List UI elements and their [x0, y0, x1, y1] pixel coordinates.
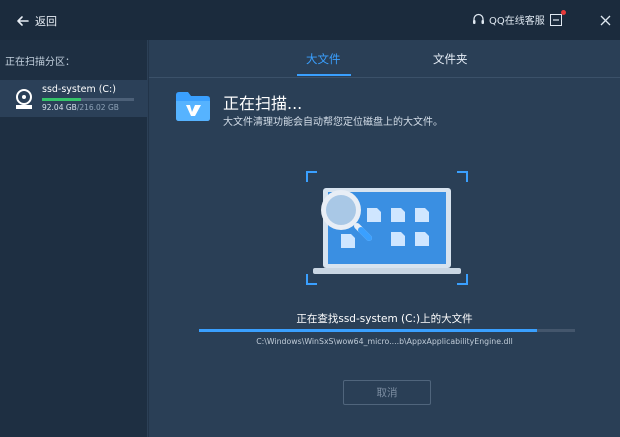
drive-usage-fill [42, 98, 82, 101]
scan-title: 正在扫描... [223, 94, 303, 113]
drive-name: ssd-system (C:) [42, 84, 116, 95]
back-button[interactable]: 返回 [16, 12, 57, 30]
current-file-path: C:\Windows\WinSxS\wow64_micro....b\AppxA… [256, 337, 513, 346]
scanning-partition-heading: 正在扫描分区： [5, 57, 75, 68]
scan-progress-fill [199, 329, 538, 332]
title-bar: 返回 QQ在线客服 [0, 0, 620, 40]
main-panel: 大文件 文件夹 正在扫描... 大文件清理功能会自动帮您定位磁盘上的大文件。 正… [149, 40, 620, 437]
minimize-icon [550, 14, 562, 26]
headset-icon [473, 13, 484, 24]
drive-usage-bar [42, 98, 134, 101]
notification-dot [561, 10, 566, 15]
online-support-button[interactable]: QQ在线客服 [472, 12, 545, 27]
scan-status: 正在查找ssd-system (C:)上的大文件 [296, 313, 473, 325]
minimize-button[interactable] [548, 10, 566, 28]
drive-total: /216.02 GB [76, 103, 119, 112]
scan-subtitle: 大文件清理功能会自动帮您定位磁盘上的大文件。 [223, 117, 443, 128]
active-tab-indicator [297, 74, 351, 76]
partition-panel: 正在扫描分区： ssd-system (C:) 92.04 GB/216.02 … [0, 40, 148, 437]
tab-large-files[interactable]: 大文件 [306, 51, 341, 67]
drive-size: 92.04 GB/216.02 GB [42, 103, 119, 112]
drive-item[interactable]: ssd-system (C:) 92.04 GB/216.02 GB [0, 80, 148, 117]
laptop-scan-icon [306, 171, 468, 285]
folder-icon [176, 92, 210, 121]
tab-bar: 大文件 文件夹 [149, 40, 620, 78]
back-arrow-icon [17, 16, 29, 26]
back-label: 返回 [35, 15, 57, 28]
hard-drive-icon [16, 89, 32, 109]
drive-used: 92.04 GB [42, 103, 77, 112]
support-label: QQ在线客服 [489, 16, 545, 27]
scan-progress-bar [199, 329, 575, 332]
close-button[interactable] [597, 12, 613, 28]
cancel-button[interactable]: 取消 [343, 380, 431, 405]
tab-folders[interactable]: 文件夹 [433, 51, 468, 67]
close-icon [600, 15, 610, 25]
